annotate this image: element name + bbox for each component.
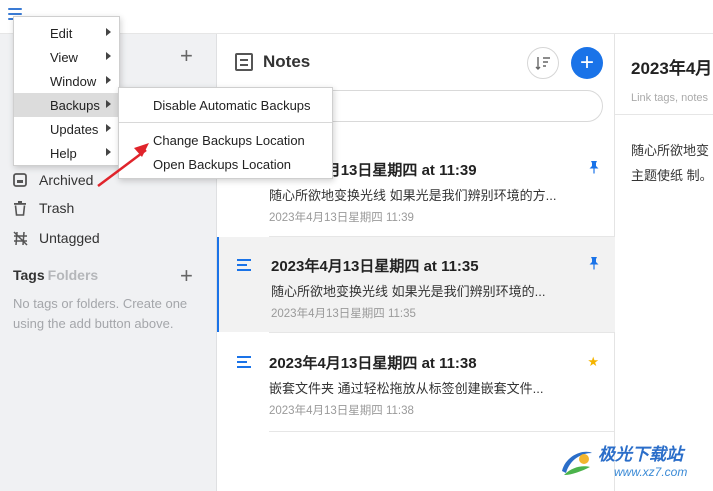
- link-tags-input[interactable]: Link tags, notes: [631, 92, 708, 104]
- notes-icon: [235, 53, 253, 71]
- sidebar-item-label: Trash: [39, 200, 75, 216]
- notes-title: Notes: [263, 52, 311, 71]
- chevron-right-icon: [106, 28, 111, 36]
- menu-item-label: Help: [50, 145, 77, 161]
- new-note-button[interactable]: +: [571, 47, 603, 79]
- menu-item-edit[interactable]: Edit: [14, 21, 119, 45]
- untagged-icon: [12, 230, 28, 246]
- menu-item-window[interactable]: Window: [14, 69, 119, 93]
- note-preview: 嵌套文件夹 通过轻松拖放从标签创建嵌套文件...: [269, 381, 544, 396]
- menu-item-disable-auto-backups[interactable]: Disable Automatic Backups: [119, 93, 332, 117]
- watermark-url: www.xz7.com: [614, 465, 688, 479]
- pin-icon: [589, 257, 599, 273]
- editor-panel: 2023年4月 Link tags, notes 随心所欲地变 如果光是我们 态…: [615, 34, 713, 491]
- note-item-selected[interactable]: 2023年4月13日星期四 at 11:35 随心所欲地变换光线 如果光是我们辨…: [217, 237, 615, 332]
- menu-item-label: Backups: [50, 97, 100, 113]
- menu-item-label: Window: [50, 73, 97, 89]
- sort-icon: [535, 57, 550, 70]
- divider: [269, 332, 614, 333]
- menu-item-open-backups-location[interactable]: Open Backups Location: [119, 152, 332, 176]
- sidebar-item-trash[interactable]: Trash: [12, 197, 74, 219]
- menu-separator: [119, 122, 332, 123]
- sidebar-item-untagged[interactable]: Untagged: [12, 227, 100, 249]
- sort-button[interactable]: [527, 47, 559, 79]
- pin-icon: [589, 161, 599, 177]
- editor-title[interactable]: 2023年4月: [631, 54, 712, 79]
- menu-item-label: View: [50, 49, 78, 65]
- note-preview: 随心所欲地变换光线 如果光是我们辨别环境的...: [271, 284, 546, 299]
- chevron-right-icon: [106, 76, 111, 84]
- note-title: 2023年4月13日星期四 at 11:38: [269, 355, 477, 372]
- chevron-right-icon: [106, 52, 111, 60]
- chevron-right-icon: [106, 100, 111, 108]
- menu-item-label: Edit: [50, 25, 73, 41]
- sidebar-item-label: Untagged: [39, 230, 100, 246]
- editor-body[interactable]: 随心所欲地变 如果光是我们 态。主题使纸 制。第三方的: [631, 138, 713, 188]
- watermark-logo: [562, 451, 592, 475]
- divider: [269, 431, 614, 432]
- backups-submenu: Disable Automatic Backups Change Backups…: [118, 87, 333, 179]
- trash-icon: [12, 200, 28, 216]
- sidebar-item-archived[interactable]: Archived: [12, 169, 93, 191]
- menu-item-view[interactable]: View: [14, 45, 119, 69]
- note-type-icon: [237, 356, 251, 371]
- menu-item-change-backups-location[interactable]: Change Backups Location: [119, 128, 332, 152]
- chevron-right-icon: [106, 148, 111, 156]
- tags-title: Tags: [13, 267, 45, 283]
- star-icon: ★: [587, 354, 599, 369]
- sidebar-item-label: Archived: [39, 172, 94, 188]
- menu-item-label: Updates: [50, 121, 99, 137]
- add-icon[interactable]: +: [180, 45, 193, 67]
- note-preview: 随心所欲地变换光线 如果光是我们辨别环境的方...: [269, 188, 557, 203]
- archive-icon: [12, 172, 28, 188]
- divider: [615, 114, 713, 115]
- note-item[interactable]: 2023年4月13日星期四 at 11:38 嵌套文件夹 通过轻松拖放从标签创建…: [217, 334, 615, 429]
- menu-item-help[interactable]: Help: [14, 141, 119, 165]
- note-date: 2023年4月13日星期四 11:39: [269, 212, 414, 224]
- menu-item-updates[interactable]: Updates: [14, 117, 119, 141]
- menu-item-backups[interactable]: Backups: [14, 93, 119, 117]
- tags-heading: Tags Folders: [13, 267, 98, 283]
- watermark: 极光下载站 www.xz7.com: [556, 438, 711, 488]
- note-type-icon: [237, 259, 251, 274]
- folders-subtitle: Folders: [47, 267, 99, 283]
- tags-empty-message: No tags or folders. Create one using the…: [13, 296, 188, 331]
- note-date: 2023年4月13日星期四 11:35: [271, 308, 416, 320]
- note-title: 2023年4月13日星期四 at 11:35: [271, 258, 479, 275]
- notes-header: Notes: [235, 52, 310, 72]
- app-menu: Edit View Window Backups Updates Help: [13, 16, 120, 166]
- chevron-right-icon: [106, 124, 111, 132]
- add-tag-icon[interactable]: +: [180, 263, 193, 289]
- note-date: 2023年4月13日星期四 11:38: [269, 405, 414, 417]
- watermark-text: 极光下载站: [598, 445, 683, 464]
